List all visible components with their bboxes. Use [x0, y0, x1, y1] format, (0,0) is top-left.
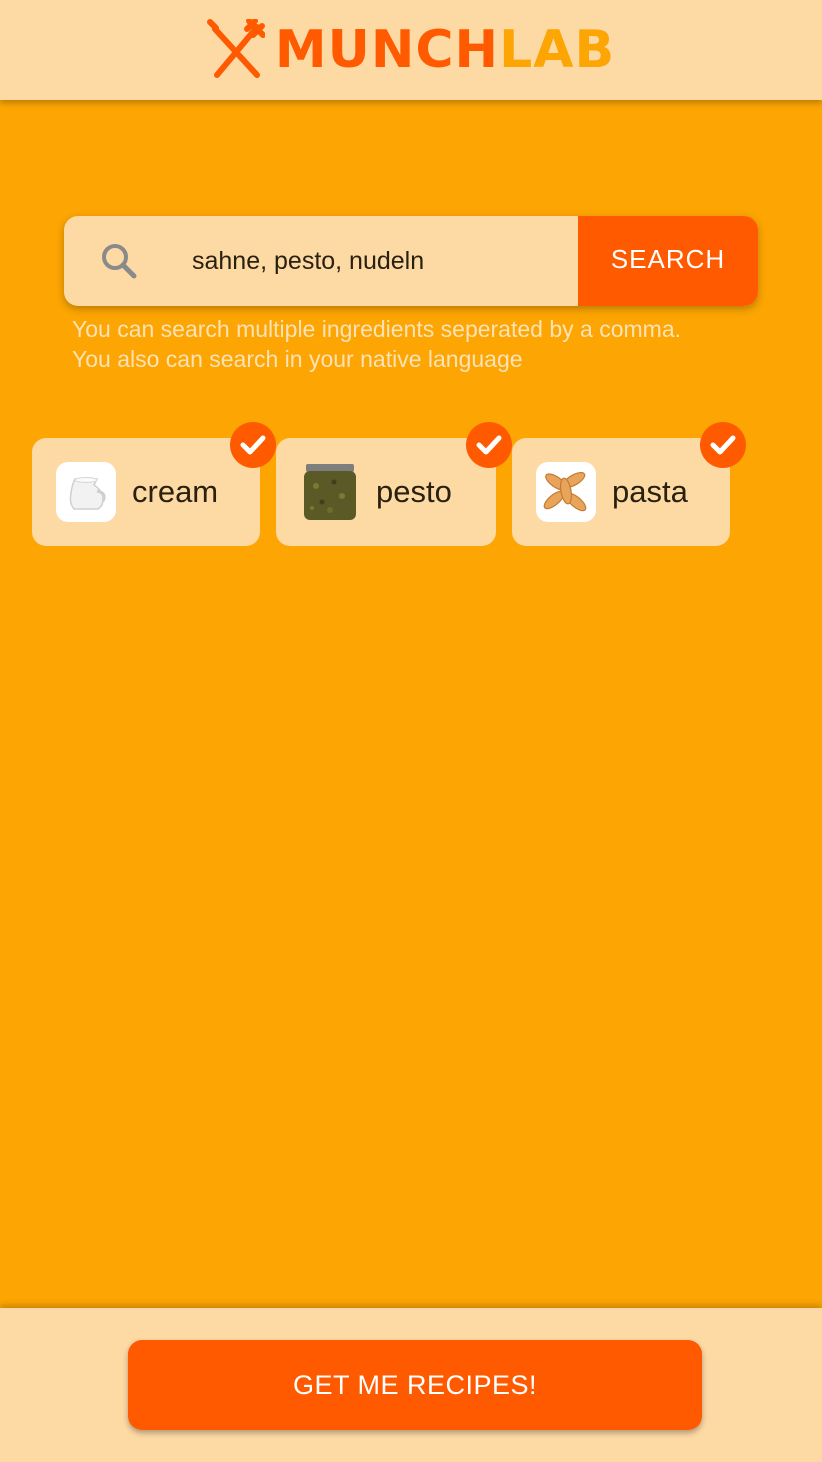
app-header: MUNCHLAB	[0, 0, 822, 100]
search-hint-line-2: You also can search in your native langu…	[72, 346, 523, 372]
search-button[interactable]: SEARCH	[578, 216, 758, 306]
pesto-jar-image	[300, 462, 360, 522]
check-icon[interactable]	[700, 422, 746, 468]
chip-label: pasta	[612, 474, 688, 509]
check-icon[interactable]	[466, 422, 512, 468]
ingredient-chip-cream[interactable]: cream	[32, 422, 276, 546]
fork-knife-icon	[206, 19, 265, 78]
chip-label: pesto	[376, 474, 452, 509]
get-recipes-button[interactable]: GET ME RECIPES!	[128, 1340, 702, 1430]
footer-bar: GET ME RECIPES!	[0, 1308, 822, 1462]
search-bar: SEARCH	[64, 216, 758, 306]
chip-label: cream	[132, 474, 219, 509]
logo-text-munch: MUNCH	[274, 20, 500, 80]
search-hint: You can search multiple ingredients sepe…	[72, 314, 772, 374]
ingredient-chip-pesto[interactable]: pesto	[276, 422, 512, 546]
logo-text-lab: LAB	[499, 20, 616, 80]
munchlab-logo[interactable]: MUNCHLAB	[206, 19, 615, 81]
search-input[interactable]	[174, 216, 578, 306]
logo-text: MUNCHLAB	[275, 24, 615, 76]
search-hint-line-1: You can search multiple ingredients sepe…	[72, 316, 681, 342]
check-icon[interactable]	[230, 422, 276, 468]
pasta-fusilli-image	[536, 462, 596, 522]
cream-jug-image	[56, 462, 116, 522]
ingredient-chip-pasta[interactable]: pasta	[512, 422, 746, 546]
search-icon	[64, 216, 174, 306]
